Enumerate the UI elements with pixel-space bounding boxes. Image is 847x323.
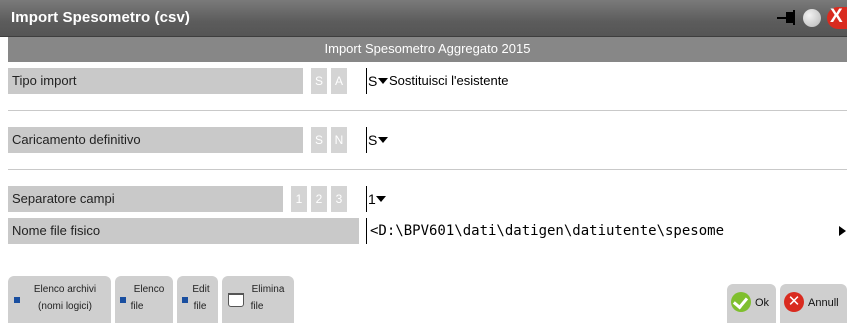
separatore-option-1[interactable]: 1	[291, 186, 307, 212]
tipo-import-option-s[interactable]: S	[311, 68, 327, 94]
tipo-import-value: S	[368, 73, 378, 89]
elimina-file-button[interactable]: Elimina file	[222, 276, 294, 323]
separatore-option-3[interactable]: 3	[331, 186, 347, 212]
blue-square-icon	[14, 297, 20, 303]
caricamento-value: S	[368, 132, 378, 148]
separatore-campi-label: Separatore campi	[8, 186, 283, 212]
elenco-file-button[interactable]: Elenco file	[115, 276, 173, 323]
section-title: Import Spesometro Aggregato 2015	[324, 41, 531, 56]
pin-icon[interactable]	[775, 7, 799, 29]
close-glyph: X	[830, 6, 843, 27]
elimina-file-label-1: Elimina	[251, 284, 285, 295]
import-spesometro-window: Import Spesometro (csv) X Import Spesome…	[0, 0, 847, 323]
caricamento-option-n[interactable]: N	[331, 127, 347, 153]
tipo-import-option-a[interactable]: A	[331, 68, 347, 94]
trash-bin-icon	[228, 293, 244, 307]
nome-file-label: Nome file fisico	[8, 218, 359, 244]
nome-file-value: <D:\BPV601\dati\datigen\datiutente\speso…	[370, 223, 725, 239]
edit-file-button[interactable]: Edit file	[177, 276, 218, 323]
window-title: Import Spesometro (csv)	[11, 9, 191, 26]
elenco-archivi-label-2: (nomi logici)	[38, 301, 92, 312]
title-bar[interactable]: Import Spesometro (csv) X	[0, 0, 847, 37]
elenco-file-label-1: Elenco	[133, 284, 165, 295]
elenco-archivi-label-1: Elenco archivi	[33, 284, 97, 295]
close-icon[interactable]: X	[827, 6, 847, 29]
tipo-import-description: Sostituisci l'esistente	[389, 73, 509, 88]
annulla-label: Annull	[808, 297, 839, 309]
separator	[8, 110, 847, 111]
caricamento-definitivo-label: Caricamento definitivo	[8, 127, 303, 153]
edit-file-label-1: Edit	[192, 284, 210, 295]
ok-label: Ok	[755, 297, 770, 309]
caricamento-option-s[interactable]: S	[311, 127, 327, 153]
x-circle-icon: ✕	[784, 292, 804, 312]
elenco-archivi-button[interactable]: Elenco archivi (nomi logici)	[8, 276, 111, 323]
edit-file-label-2: file	[193, 301, 207, 312]
minimize-circle-icon[interactable]	[803, 9, 821, 27]
elenco-file-label-2: file	[130, 301, 144, 312]
section-header: Import Spesometro Aggregato 2015	[8, 37, 847, 62]
check-circle-icon	[731, 292, 751, 312]
separator	[8, 169, 847, 170]
elimina-file-label-2: file	[250, 301, 264, 312]
tipo-import-dropdown-icon[interactable]	[378, 78, 388, 84]
blue-square-icon	[182, 297, 188, 303]
separatore-dropdown-icon[interactable]	[376, 196, 386, 202]
scroll-right-icon[interactable]	[839, 226, 846, 236]
blue-square-icon	[120, 297, 126, 303]
caricamento-dropdown-icon[interactable]	[378, 137, 388, 143]
separatore-value: 1	[368, 191, 376, 207]
separatore-option-2[interactable]: 2	[311, 186, 327, 212]
annulla-button[interactable]: ✕ Annull	[780, 284, 847, 323]
ok-button[interactable]: Ok	[727, 284, 776, 323]
title-bar-controls: X	[775, 6, 847, 29]
tipo-import-label: Tipo import	[8, 68, 303, 94]
